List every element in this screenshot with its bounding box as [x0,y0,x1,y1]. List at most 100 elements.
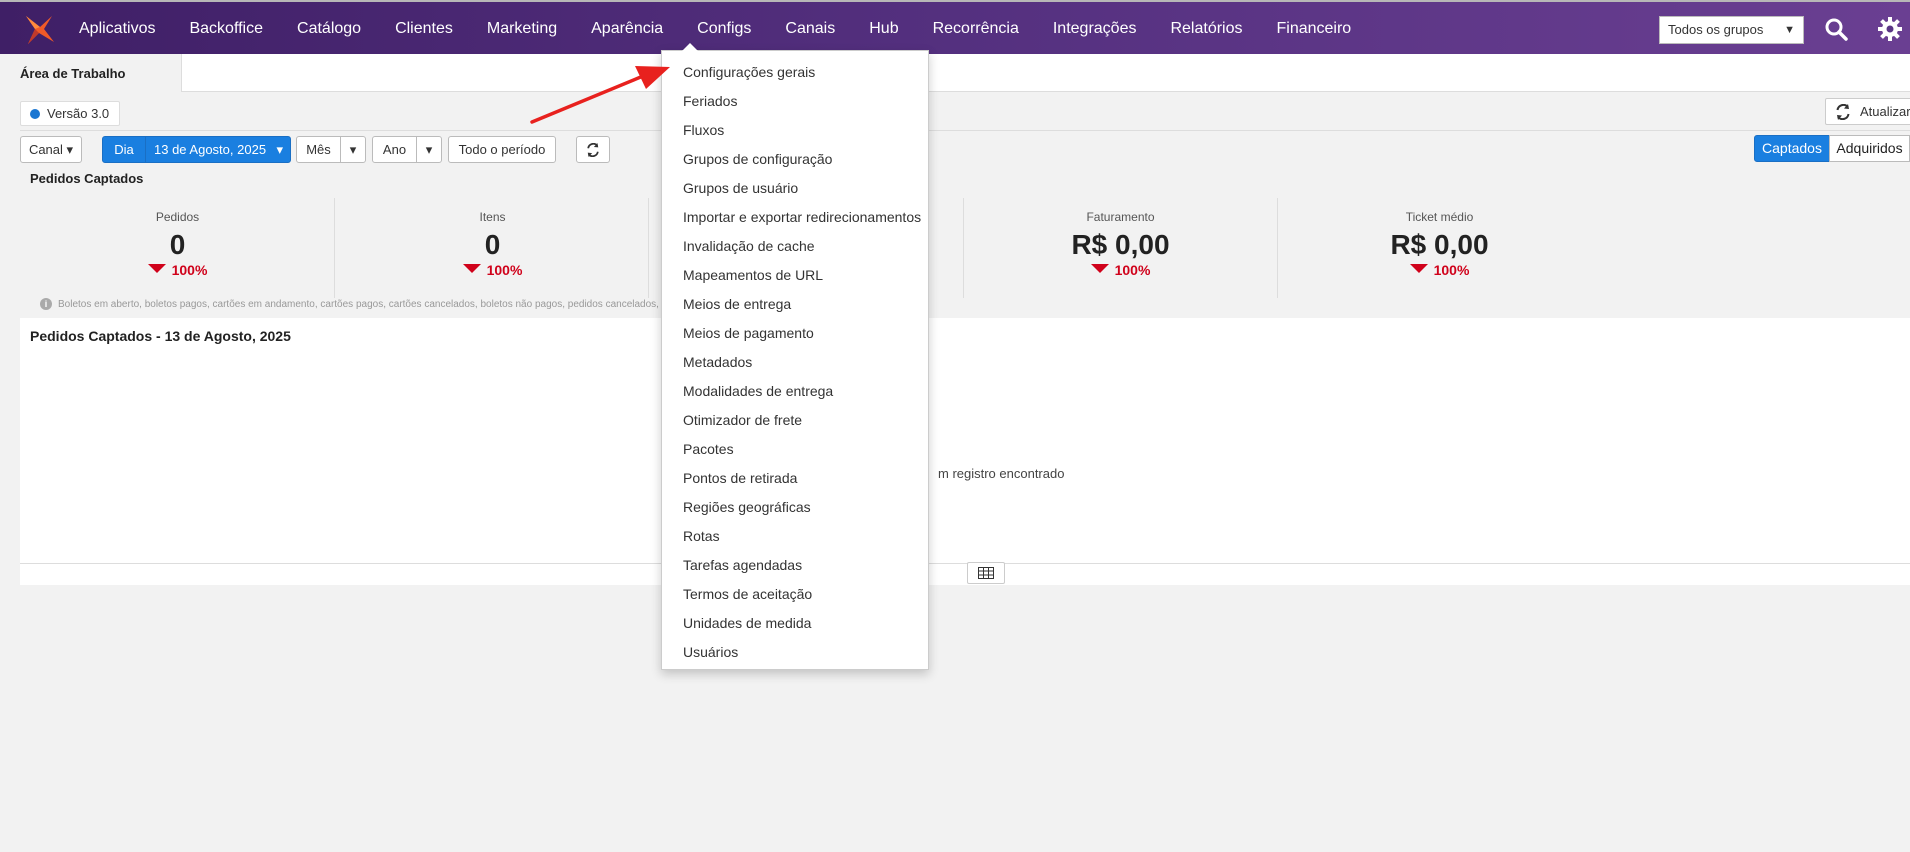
kpi-label: Pedidos [155,210,200,224]
triangle-down-icon [1409,264,1428,273]
nav-catalogo[interactable]: Catálogo [280,2,378,56]
caret-down-icon: ▾ [425,142,433,157]
date-label: 13 de Agosto, 2025 [154,142,267,157]
menu-item-grupos-de-configuracao[interactable]: Grupos de configuração [662,145,928,174]
menu-item-termos-de-aceitacao[interactable]: Termos de aceitação [662,580,928,609]
annotation-arrow-icon [530,66,670,124]
ano-button[interactable]: Ano [372,136,417,163]
kpi-label: Faturamento [1086,210,1155,224]
menu-item-tarefas-agendadas[interactable]: Tarefas agendadas [662,551,928,580]
canal-dropdown[interactable]: Canal ▾ [20,136,82,163]
ano-dropdown-toggle[interactable]: ▾ [416,136,442,163]
kpi-delta: 100% [20,262,335,278]
ano-label: Ano [382,142,407,157]
mes-label: Mês [306,142,331,157]
menu-item-unidades-de-medida[interactable]: Unidades de medida [662,609,928,638]
footnote-text: Boletos em aberto, boletos pagos, cartõe… [58,299,717,310]
menu-item-meios-de-entrega[interactable]: Meios de entrega [662,290,928,319]
kpi-divider [648,198,649,298]
empty-state-message: m registro encontrado [938,466,1065,481]
orders-panel: Pedidos Captados - 13 de Agosto, 2025 m … [20,318,1910,585]
nav-integracoes[interactable]: Integrações [1036,2,1154,56]
kpi-label: Ticket médio [1405,210,1474,224]
dia-label: Dia [114,142,134,157]
menu-item-usuarios[interactable]: Usuários [662,638,928,667]
menu-item-fluxos[interactable]: Fluxos [662,116,928,145]
kpi-delta-value: 100% [171,262,208,278]
refresh-icon [1836,104,1850,120]
nav-canais[interactable]: Canais [768,2,852,56]
panel-title: Pedidos Captados - 13 de Agosto, 2025 [30,328,291,344]
mes-dropdown-toggle[interactable]: ▾ [340,136,366,163]
adquiridos-toggle[interactable]: Adquiridos [1829,135,1910,162]
mes-button[interactable]: Mês [296,136,341,163]
main-nav: Aplicativos Backoffice Catálogo Clientes… [62,2,1368,56]
menu-item-rotas[interactable]: Rotas [662,522,928,551]
menu-item-grupos-de-usuario[interactable]: Grupos de usuário [662,174,928,203]
nav-clientes[interactable]: Clientes [378,2,470,56]
kpi-faturamento: Faturamento R$ 0,00 100% [963,198,1278,298]
table-view-button[interactable] [967,562,1005,584]
caret-down-icon: ▾ [276,142,283,157]
menu-item-modalidades-de-entrega[interactable]: Modalidades de entrega [662,377,928,406]
menu-item-pontos-de-retirada[interactable]: Pontos de retirada [662,464,928,493]
kpi-itens: Itens 0 100% [335,198,650,298]
refresh-label: Atualizar [1860,104,1910,119]
nav-hub[interactable]: Hub [852,2,915,56]
menu-item-pacotes[interactable]: Pacotes [662,435,928,464]
status-dot-icon [30,109,40,119]
captados-toggle[interactable]: Captados [1754,135,1830,162]
nav-aparencia[interactable]: Aparência [574,2,680,56]
kpi-delta: 100% [1282,262,1597,278]
table-icon [978,567,994,579]
menu-item-meios-de-pagamento[interactable]: Meios de pagamento [662,319,928,348]
kpi-delta: 100% [963,262,1278,278]
divider [20,130,1910,131]
caret-down-icon: ▾ [62,142,74,157]
menu-item-feriados[interactable]: Feriados [662,87,928,116]
kpi-delta: 100% [335,262,650,278]
menu-item-mapeamentos-de-url[interactable]: Mapeamentos de URL [662,261,928,290]
menu-item-metadados[interactable]: Metadados [662,348,928,377]
todo-periodo-button[interactable]: Todo o período [448,136,556,163]
menu-item-invalidacao-de-cache[interactable]: Invalidação de cache [662,232,928,261]
triangle-down-icon [1090,264,1109,273]
version-badge[interactable]: Versão 3.0 [20,101,121,126]
todo-periodo-label: Todo o período [458,142,546,157]
kpi-value: 0 [169,229,186,260]
kpi-delta-value: 100% [1114,262,1151,278]
nav-recorrencia[interactable]: Recorrência [916,2,1036,56]
menu-item-regioes-geograficas[interactable]: Regiões geográficas [662,493,928,522]
version-label: Versão 3.0 [47,106,110,121]
nav-backoffice[interactable]: Backoffice [172,2,280,56]
search-icon[interactable] [1823,16,1849,42]
kpi-delta-value: 100% [486,262,523,278]
workspace-tabs: Área de Trabalho [0,54,1910,92]
section-title: Pedidos Captados [30,171,144,186]
nav-aplicativos[interactable]: Aplicativos [62,2,172,56]
nav-financeiro[interactable]: Financeiro [1260,2,1369,56]
refresh-button[interactable]: Atualizar [1825,98,1910,125]
kpi-divider [1277,198,1278,298]
dia-button[interactable]: Dia [102,136,146,163]
reload-button[interactable] [576,136,610,163]
triangle-down-icon [462,264,481,273]
menu-item-importar-exportar-redirecionamentos[interactable]: Importar e exportar redirecionamentos [662,203,928,232]
configs-dropdown-menu: Configurações gerais Feriados Fluxos Gru… [661,43,929,670]
group-select[interactable]: Todos os grupos ▼ [1659,16,1804,44]
nav-relatorios[interactable]: Relatórios [1153,2,1259,56]
tab-area-de-trabalho[interactable]: Área de Trabalho [0,54,181,92]
date-picker[interactable]: 13 de Agosto, 2025 ▾ [145,136,291,163]
panel-divider [20,563,1910,564]
brand-logo-icon[interactable] [22,12,56,46]
caret-down-icon: ▾ [349,142,357,157]
kpi-footnote: i Boletos em aberto, boletos pagos, cartõ… [40,298,717,310]
kpi-value: 0 [484,229,501,260]
menu-item-otimizador-de-frete[interactable]: Otimizador de frete [662,406,928,435]
top-navbar: Aplicativos Backoffice Catálogo Clientes… [0,0,1910,54]
nav-marketing[interactable]: Marketing [470,2,574,56]
menu-item-configuracoes-gerais[interactable]: Configurações gerais [662,58,928,87]
gear-icon[interactable] [1877,16,1903,42]
adquiridos-label: Adquiridos [1836,140,1903,156]
kpi-delta-value: 100% [1433,262,1470,278]
